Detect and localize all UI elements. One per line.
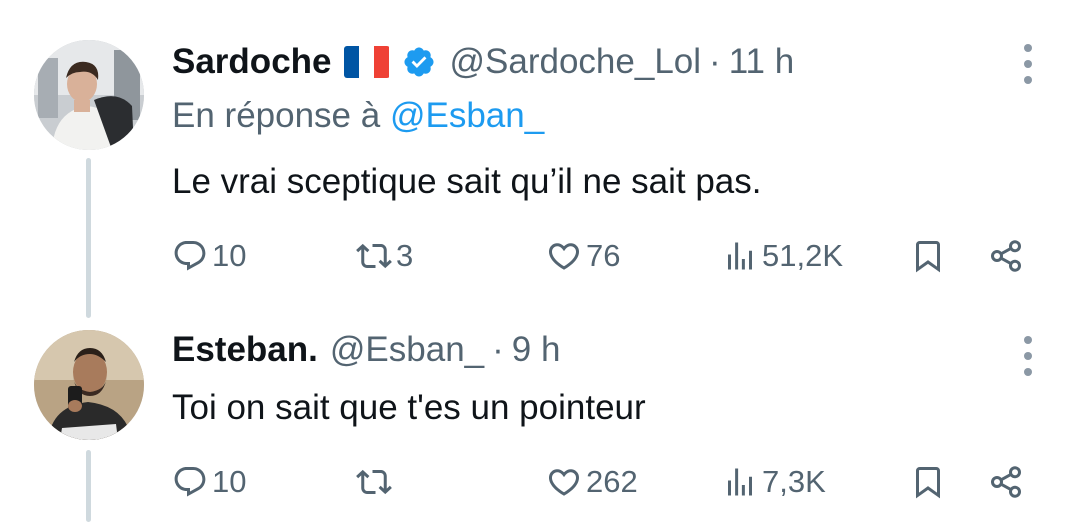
- reply-icon: [174, 241, 206, 271]
- bookmark-icon: [916, 241, 940, 273]
- reply-mention-link[interactable]: @Esban_: [390, 96, 544, 135]
- views-icon: [728, 468, 752, 496]
- like-icon: [548, 243, 580, 270]
- views-icon: [728, 242, 752, 270]
- tweet-actions: 10 3 76 51,2K: [172, 232, 1034, 280]
- views-count: 51,2K: [762, 238, 844, 273]
- reply-count: 10: [212, 464, 247, 499]
- reply-button[interactable]: 10: [172, 458, 246, 506]
- tweet-actions: 10 262 7,3K: [172, 458, 1034, 506]
- thread-line: [86, 450, 91, 522]
- author-handle[interactable]: @Esban_: [330, 330, 484, 370]
- reply-icon: [174, 467, 206, 497]
- views-button[interactable]: 7,3K: [722, 458, 826, 506]
- views-count: 7,3K: [762, 464, 826, 499]
- share-icon: [991, 240, 1021, 272]
- retweet-button[interactable]: [356, 458, 396, 506]
- bookmark-icon: [916, 467, 940, 499]
- like-count: 262: [586, 464, 638, 499]
- tweet-sardoche[interactable]: Sardoche @Sardoche_Lol · 11 h En réponse…: [0, 0, 1080, 318]
- like-button[interactable]: 262: [546, 458, 638, 506]
- share-button[interactable]: [988, 458, 1024, 506]
- more-icon[interactable]: [1022, 336, 1034, 376]
- like-count: 76: [586, 238, 621, 273]
- tweet-time[interactable]: 11 h: [729, 42, 795, 82]
- avatar-esteban[interactable]: [34, 330, 144, 440]
- tweet-time[interactable]: 9 h: [512, 330, 561, 370]
- thread-line: [86, 158, 91, 318]
- author-handle[interactable]: @Sardoche_Lol: [450, 42, 702, 82]
- tweet-header: Sardoche @Sardoche_Lol · 11 h: [172, 40, 794, 84]
- like-button[interactable]: 76: [546, 232, 620, 280]
- share-icon: [991, 466, 1021, 498]
- reply-button[interactable]: 10: [172, 232, 246, 280]
- avatar-sardoche[interactable]: [34, 40, 144, 150]
- views-button[interactable]: 51,2K: [722, 232, 843, 280]
- tweet-header: Esteban. @Esban_ · 9 h: [172, 328, 560, 372]
- reply-count: 10: [212, 238, 247, 273]
- france-flag-icon: [343, 46, 390, 78]
- share-button[interactable]: [988, 232, 1024, 280]
- verified-badge-icon: [403, 47, 434, 77]
- separator-dot: ·: [492, 330, 504, 369]
- tweet-text: Toi on sait que t'es un pointeur: [172, 388, 646, 427]
- retweet-count: 3: [396, 238, 414, 273]
- bookmark-button[interactable]: [910, 458, 946, 506]
- reply-context: En réponse à @Esban_: [172, 96, 544, 136]
- author-name[interactable]: Esteban.: [172, 330, 318, 370]
- retweet-button[interactable]: 3: [356, 232, 413, 280]
- more-icon[interactable]: [1022, 44, 1034, 84]
- author-name[interactable]: Sardoche: [172, 42, 332, 82]
- reply-prefix: En réponse à: [172, 96, 381, 135]
- separator-dot: ·: [709, 42, 721, 81]
- like-icon: [548, 469, 580, 496]
- retweet-icon: [356, 469, 392, 495]
- tweet-text: Le vrai sceptique sait qu’il ne sait pas…: [172, 162, 762, 201]
- bookmark-button[interactable]: [910, 232, 946, 280]
- retweet-icon: [356, 243, 392, 269]
- tweet-esteban[interactable]: Esteban. @Esban_ · 9 h Toi on sait que t…: [0, 300, 1080, 522]
